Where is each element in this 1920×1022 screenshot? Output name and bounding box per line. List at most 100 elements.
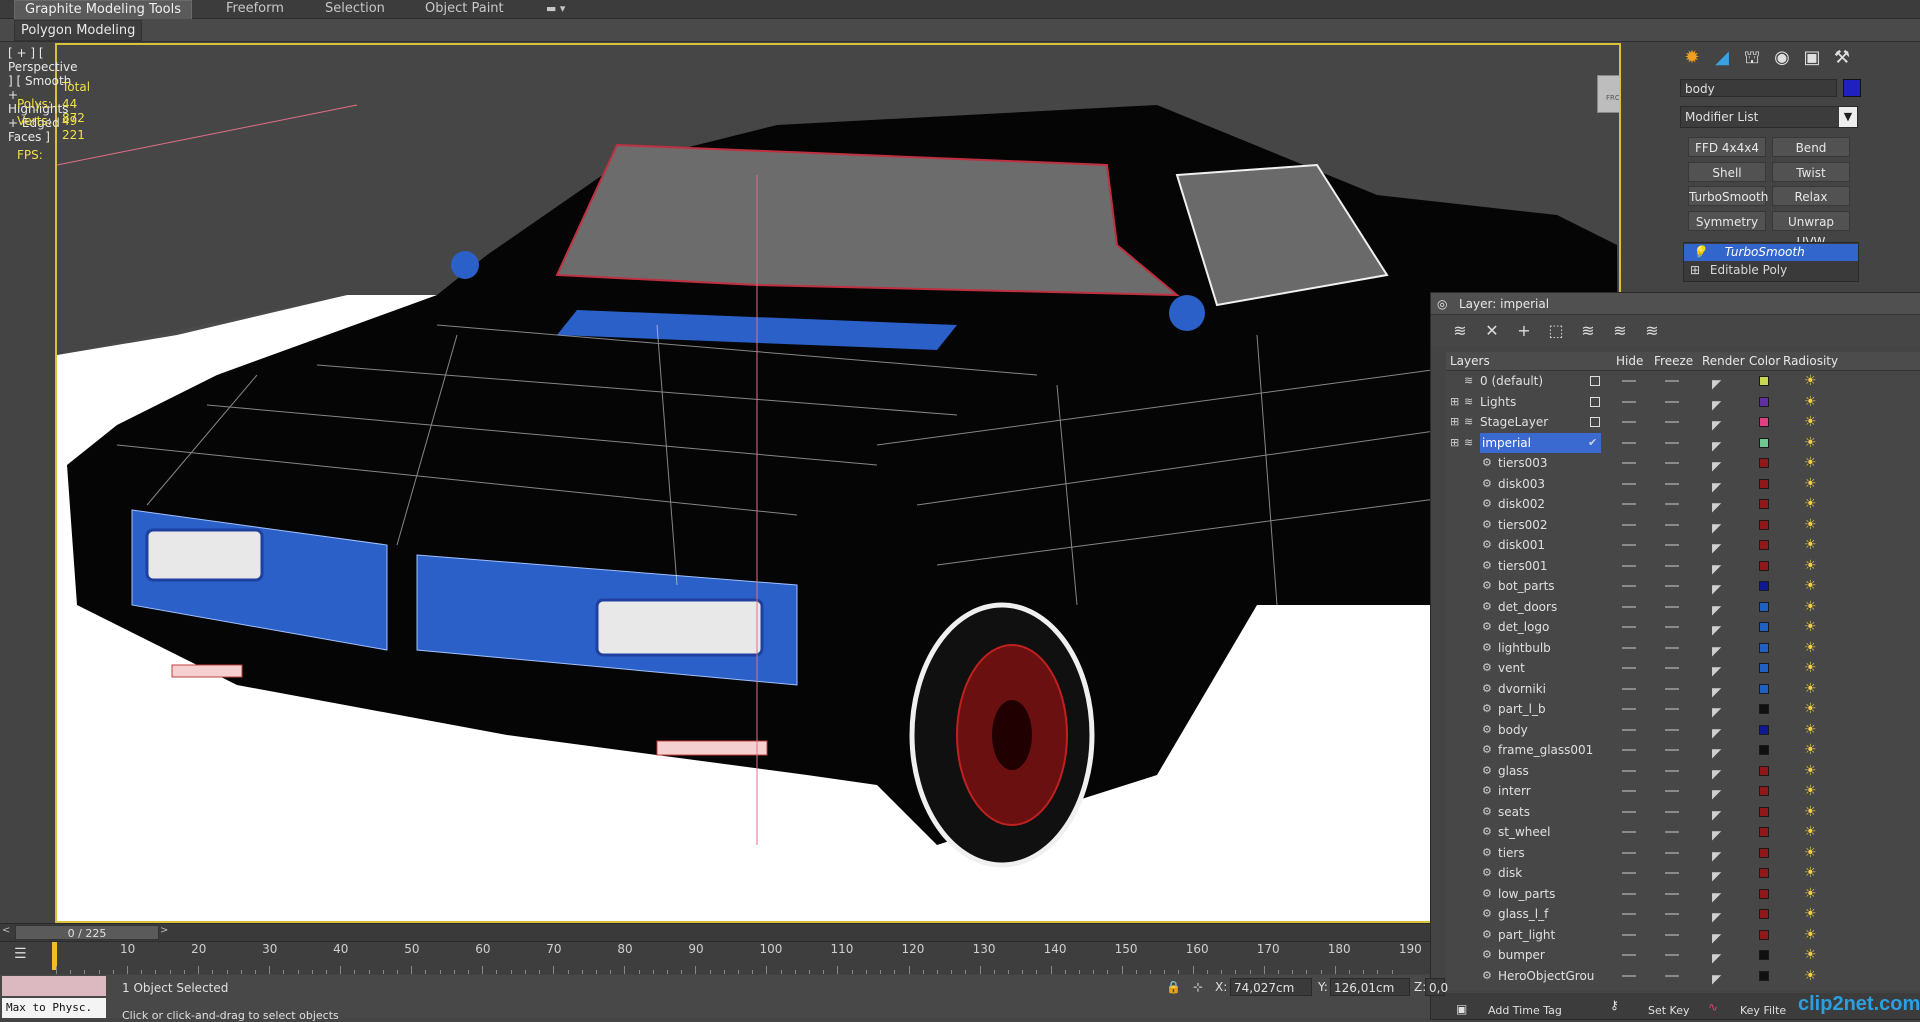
object-name-field[interactable]: body [1680, 79, 1837, 97]
freeze-toggle[interactable] [1665, 523, 1679, 526]
radiosity-icon[interactable]: ☀ [1804, 722, 1817, 738]
layer-color-swatch[interactable] [1759, 499, 1769, 509]
layer-name[interactable]: tiers [1498, 843, 1525, 863]
x-coordinate-field[interactable]: 74,027cm [1230, 978, 1312, 996]
layer-name[interactable]: imperial [1480, 432, 1601, 453]
lightbulb-icon[interactable]: 💡 [1684, 245, 1707, 259]
key-icon[interactable]: ⚷ [1610, 998, 1619, 1012]
slider-next-icon[interactable]: > [160, 925, 168, 936]
layer-color-swatch[interactable] [1759, 663, 1769, 673]
header-color[interactable]: Color [1749, 352, 1780, 370]
layer-color-swatch[interactable] [1759, 519, 1769, 530]
radiosity-icon[interactable]: ☀ [1804, 517, 1817, 533]
layer-name[interactable]: 0 (default) [1480, 371, 1543, 391]
radiosity-icon[interactable]: ☀ [1804, 845, 1817, 861]
freeze-toggle[interactable] [1665, 380, 1679, 382]
hide-unhide-all-icon[interactable]: ≋ [1641, 320, 1663, 342]
radiosity-icon[interactable]: ☀ [1804, 701, 1817, 717]
radiosity-icon[interactable]: ☀ [1804, 619, 1817, 635]
hide-toggle[interactable] [1622, 933, 1636, 936]
layer-row[interactable]: ⚙ disk002 ◤ ☀ [1446, 494, 1920, 514]
hierarchy-tab-icon[interactable]: ⛫ [1740, 46, 1764, 70]
hide-toggle[interactable] [1622, 831, 1636, 833]
layer-name[interactable]: low_parts [1498, 884, 1555, 904]
freeze-toggle[interactable] [1665, 421, 1679, 423]
layer-row[interactable]: ⚙ bot_parts ◤ ☀ [1446, 576, 1920, 596]
layer-row[interactable]: ⚙ body ◤ ☀ [1446, 720, 1920, 740]
freeze-toggle[interactable] [1665, 749, 1679, 751]
hide-toggle[interactable] [1622, 892, 1636, 895]
hide-toggle[interactable] [1622, 749, 1636, 751]
layer-row[interactable]: ⚙ disk003 ◤ ☀ [1446, 474, 1920, 494]
layer-color-swatch[interactable] [1759, 765, 1769, 776]
hide-toggle[interactable] [1622, 626, 1636, 628]
hide-toggle[interactable] [1622, 462, 1636, 464]
layer-color-swatch[interactable] [1759, 458, 1769, 468]
layer-name[interactable]: tiers002 [1498, 515, 1548, 535]
radiosity-icon[interactable]: ☀ [1804, 804, 1817, 820]
layer-name[interactable]: det_logo [1498, 617, 1549, 637]
hide-toggle[interactable] [1622, 872, 1636, 874]
modifier-button-shell[interactable]: Shell [1688, 162, 1766, 182]
layer-color-swatch[interactable] [1759, 622, 1769, 632]
hide-toggle[interactable] [1622, 728, 1636, 731]
radiosity-icon[interactable]: ☀ [1804, 599, 1817, 615]
layer-color-swatch[interactable] [1759, 704, 1769, 714]
layer-name[interactable]: HeroObjectGrou [1498, 966, 1594, 986]
layer-name[interactable]: det_doors [1498, 597, 1557, 617]
freeze-toggle[interactable] [1665, 503, 1679, 505]
header-layers[interactable]: Layers [1450, 352, 1490, 370]
expand-plus-icon[interactable]: ⊞ [1684, 263, 1700, 277]
freeze-toggle[interactable] [1665, 892, 1679, 895]
radiosity-icon[interactable]: ☀ [1804, 537, 1817, 553]
layer-row[interactable]: ⚙ bumper ◤ ☀ [1446, 945, 1920, 965]
layer-color-swatch[interactable] [1759, 478, 1769, 489]
modifier-list-dropdown[interactable]: Modifier List ▼ [1680, 106, 1858, 128]
layer-row[interactable]: ⚙ interr ◤ ☀ [1446, 781, 1920, 801]
z-coordinate-field[interactable]: 0,0 [1425, 978, 1448, 996]
hide-toggle[interactable] [1622, 400, 1636, 403]
hide-toggle[interactable] [1622, 790, 1636, 792]
hide-toggle[interactable] [1622, 913, 1636, 915]
layer-row[interactable]: ⊞ ≋ StageLayer ◤ ☀ [1446, 412, 1920, 432]
layer-color-swatch[interactable] [1759, 888, 1769, 899]
select-layer-objects-icon[interactable]: ⬚ [1545, 320, 1567, 342]
modify-tab-icon[interactable]: ◢ [1710, 46, 1734, 70]
layer-color-swatch[interactable] [1759, 376, 1769, 386]
object-color-swatch[interactable] [1843, 79, 1861, 97]
freeze-toggle[interactable] [1665, 769, 1679, 772]
maxscript-input[interactable]: Max to Physc. [2, 998, 106, 1018]
radiosity-icon[interactable]: ☀ [1804, 947, 1817, 963]
radiosity-icon[interactable]: ☀ [1804, 681, 1817, 697]
curve-editor-icon[interactable]: ∿ [1708, 1000, 1718, 1014]
radiosity-icon[interactable]: ☀ [1804, 742, 1817, 758]
freeze-toggle[interactable] [1665, 913, 1679, 915]
radiosity-icon[interactable]: ☀ [1804, 578, 1817, 594]
freeze-toggle[interactable] [1665, 954, 1679, 956]
layer-row[interactable]: ⚙ det_doors ◤ ☀ [1446, 597, 1920, 617]
hide-toggle[interactable] [1622, 544, 1636, 546]
freeze-toggle[interactable] [1665, 544, 1679, 546]
ribbon-options-icon[interactable]: ▬ ▾ [536, 0, 575, 18]
hide-toggle[interactable] [1622, 769, 1636, 772]
layer-name[interactable]: Lights [1480, 392, 1516, 412]
radiosity-icon[interactable]: ☀ [1804, 660, 1817, 676]
layer-row[interactable]: ⚙ tiers ◤ ☀ [1446, 843, 1920, 863]
layer-color-swatch[interactable] [1759, 970, 1769, 981]
layer-name[interactable]: lightbulb [1498, 638, 1551, 658]
freeze-toggle[interactable] [1665, 441, 1679, 444]
freeze-toggle[interactable] [1665, 482, 1679, 485]
layer-name[interactable]: tiers003 [1498, 453, 1548, 473]
radiosity-icon[interactable]: ☀ [1804, 763, 1817, 779]
radiosity-icon[interactable]: ☀ [1804, 394, 1817, 410]
set-current-layer-icon[interactable]: ≋ [1609, 320, 1631, 342]
render-teapot-icon[interactable]: ◤ [1712, 969, 1721, 989]
freeze-toggle[interactable] [1665, 810, 1679, 813]
freeze-toggle[interactable] [1665, 728, 1679, 731]
layer-row[interactable]: ⚙ det_logo ◤ ☀ [1446, 617, 1920, 637]
current-layer-checkbox[interactable] [1590, 376, 1600, 386]
tab-freeform[interactable]: Freeform [216, 0, 294, 18]
hide-toggle[interactable] [1622, 441, 1636, 444]
polygon-modeling-button[interactable]: Polygon Modeling [14, 20, 143, 41]
modifier-button-unwrap-uvw[interactable]: Unwrap UVW [1772, 211, 1850, 249]
